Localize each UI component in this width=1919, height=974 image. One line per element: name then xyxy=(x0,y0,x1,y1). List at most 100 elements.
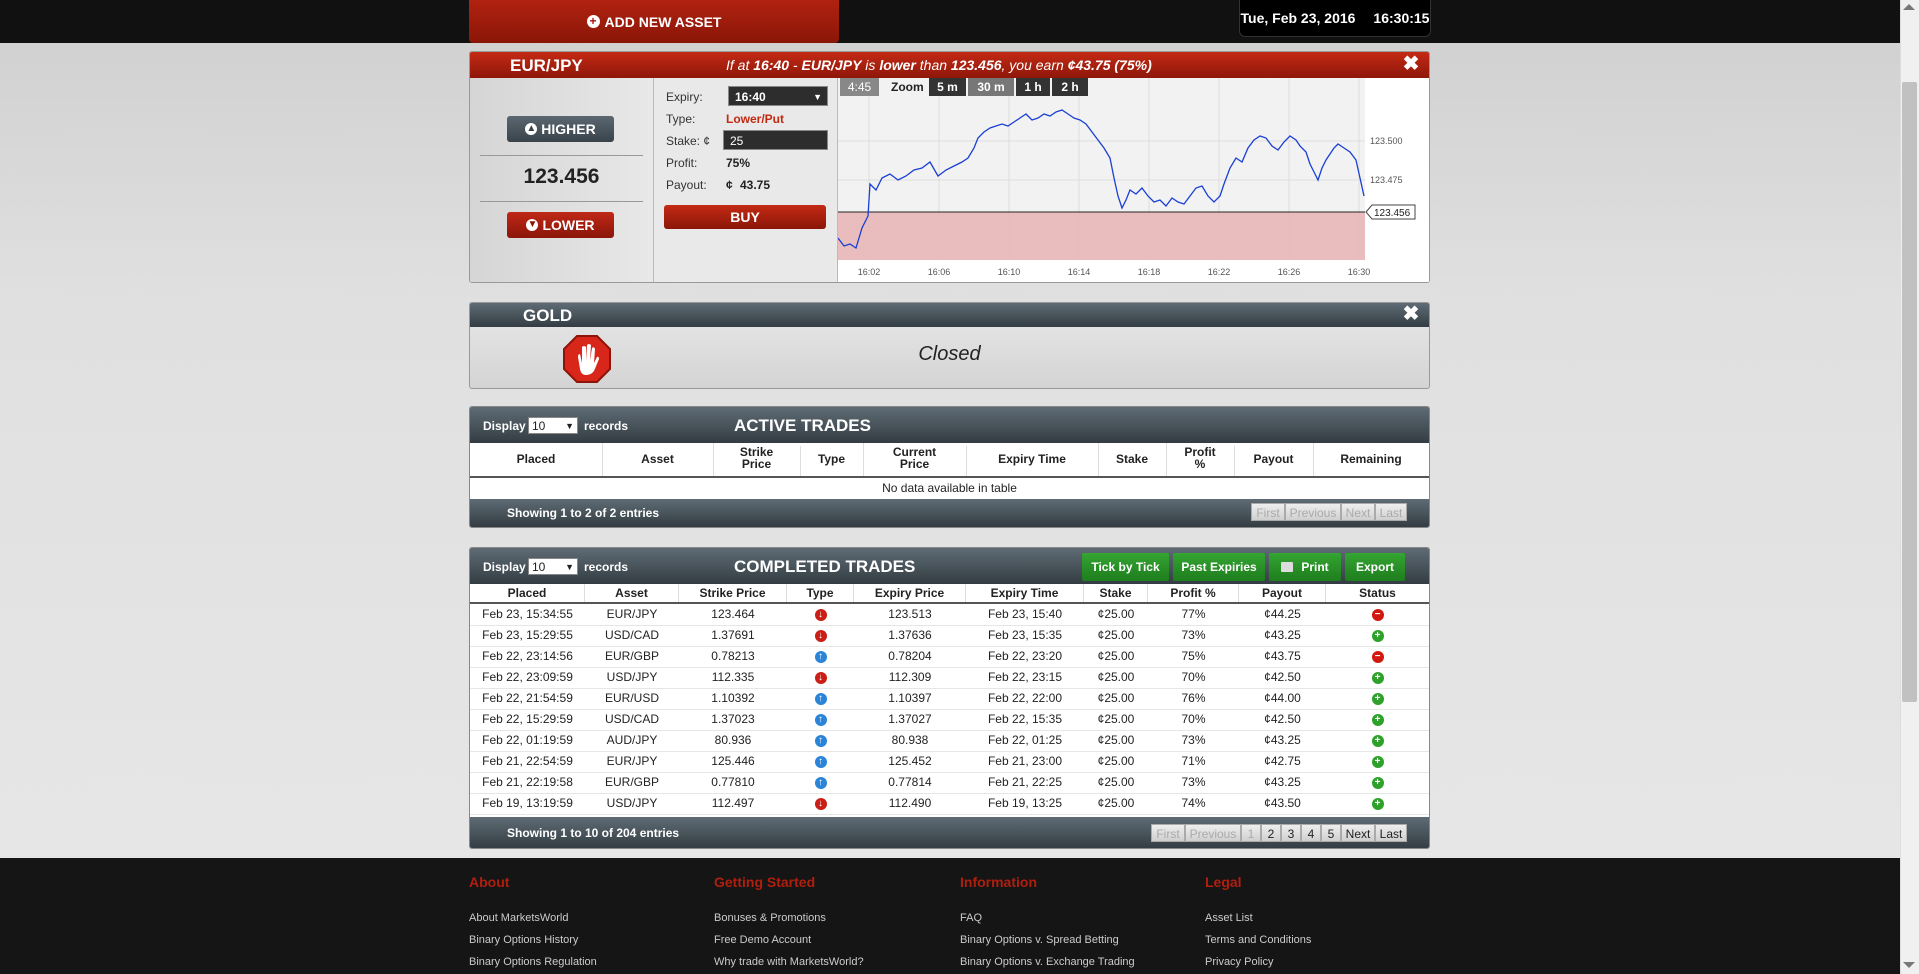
pager-page-1[interactable]: 1 xyxy=(1241,824,1261,842)
footer-link[interactable]: Binary Options History xyxy=(469,934,578,946)
arrow-down-icon: ↓ xyxy=(814,797,827,810)
cell-placed: Feb 22, 23:09:59 xyxy=(482,670,573,684)
cell-expiry-time: Feb 19, 13:25 xyxy=(987,796,1063,810)
cell-asset: AUD/JPY xyxy=(606,733,658,747)
zoom-1h[interactable]: 1 h xyxy=(1016,78,1050,96)
past-expiries-button[interactable]: Past Expiries xyxy=(1173,553,1265,581)
active-trades-column-headers: Placed Asset Strike Price Type Current P… xyxy=(470,443,1429,478)
col-header-payout[interactable]: Payout xyxy=(1239,584,1326,602)
status-cell: + xyxy=(1326,688,1429,709)
records-select[interactable]: 10 ▼ xyxy=(528,558,578,575)
footer-link[interactable]: About MarketsWorld xyxy=(469,912,568,924)
zoom-label: Zoom xyxy=(891,80,924,94)
pager-last[interactable]: Last xyxy=(1375,503,1407,521)
lower-label: LOWER xyxy=(542,217,595,233)
pager-first[interactable]: First xyxy=(1251,503,1285,521)
col-header-status[interactable]: Status xyxy=(1326,584,1429,602)
cell-strike: 112.335 xyxy=(711,670,755,684)
cell-payout: ¢43.75 xyxy=(1264,649,1301,663)
pager-page-3[interactable]: 3 xyxy=(1281,824,1301,842)
type-cell: ↓ xyxy=(787,667,854,688)
higher-button[interactable]: ▲ HIGHER xyxy=(507,116,614,142)
msg-expiry: 16:40 xyxy=(753,57,790,73)
cell-asset: USD/JPY xyxy=(606,670,658,684)
cell-stake: ¢25.00 xyxy=(1097,754,1135,768)
zoom-2h[interactable]: 2 h xyxy=(1052,78,1088,96)
close-icon[interactable]: ✖ xyxy=(1402,304,1420,324)
tick-by-tick-label: Tick by Tick xyxy=(1091,560,1160,574)
site-footer: About About MarketsWorld Binary Options Hi… xyxy=(0,858,1900,974)
completed-trades-footer: Showing 1 to 10 of 204 entries First Pre… xyxy=(470,817,1429,848)
cell-expiry-price: 1.10397 xyxy=(888,691,932,705)
past-expiries-label: Past Expiries xyxy=(1181,560,1257,574)
col-header-expiry-price[interactable]: Expiry Price xyxy=(854,584,966,602)
col-header-asset[interactable]: Asset xyxy=(585,584,679,602)
close-icon[interactable]: ✖ xyxy=(1402,54,1420,74)
col-header-expiry-time[interactable]: Expiry Time xyxy=(966,584,1084,602)
type-cell: ↓ xyxy=(787,604,854,625)
current-time: 16:30:15 xyxy=(1373,10,1430,26)
footer-link[interactable]: Why trade with MarketsWorld? xyxy=(714,956,864,968)
footer-link[interactable]: Terms and Conditions xyxy=(1205,934,1311,946)
scroll-down-arrow-icon[interactable] xyxy=(1903,962,1915,968)
pager-page-5[interactable]: 5 xyxy=(1321,824,1341,842)
cell-asset: USD/CAD xyxy=(604,712,659,726)
col-header-placed[interactable]: Placed xyxy=(470,584,585,602)
pager-previous[interactable]: Previous xyxy=(1285,503,1341,521)
pager-page-4[interactable]: 4 xyxy=(1301,824,1321,842)
footer-link[interactable]: Binary Options v. Exchange Trading xyxy=(960,956,1135,968)
cell-asset: EUR/JPY xyxy=(606,754,658,768)
footer-heading: Legal xyxy=(1205,874,1242,890)
pager-next[interactable]: Next xyxy=(1341,503,1375,521)
cell-strike: 1.37023 xyxy=(711,712,755,726)
pager-last[interactable]: Last xyxy=(1375,824,1407,842)
scrollbar-thumb[interactable] xyxy=(1902,82,1917,702)
cell-asset: USD/CAD xyxy=(604,628,659,642)
type-cell: ↑ xyxy=(787,751,854,772)
pager-first[interactable]: First xyxy=(1151,824,1185,842)
expiry-label: Expiry: xyxy=(666,90,703,104)
cell-stake: ¢25.00 xyxy=(1097,607,1135,621)
footer-link[interactable]: Binary Options Regulation xyxy=(469,956,597,968)
col-header-profit[interactable]: Profit % xyxy=(1148,584,1239,602)
status-cell: + xyxy=(1326,730,1429,751)
cell-asset: EUR/GBP xyxy=(604,649,659,663)
add-new-asset-button[interactable]: + ADD NEW ASSET xyxy=(469,0,839,43)
arrow-down-icon: ▼ xyxy=(526,219,539,231)
print-button[interactable]: Print xyxy=(1269,553,1341,581)
records-select[interactable]: 10 ▼ xyxy=(528,417,578,434)
footer-link[interactable]: Binary Options v. Spread Betting xyxy=(960,934,1119,946)
table-row: Feb 22, 21:54:59 EUR/USD 1.10392 ↑ 1.10397 Fe… xyxy=(470,688,1429,710)
buy-button[interactable]: BUY xyxy=(664,205,826,229)
tick-by-tick-button[interactable]: Tick by Tick xyxy=(1082,553,1169,581)
cell-asset: EUR/GBP xyxy=(604,775,659,789)
pager-next[interactable]: Next xyxy=(1341,824,1375,842)
cell-expiry-price: 1.37027 xyxy=(888,712,932,726)
footer-link[interactable]: Asset List xyxy=(1205,912,1253,924)
records-value: 10 xyxy=(532,560,546,574)
pager-previous[interactable]: Previous xyxy=(1185,824,1241,842)
footer-link[interactable]: Privacy Policy xyxy=(1205,956,1273,968)
scroll-up-arrow-icon[interactable] xyxy=(1903,4,1915,10)
export-button[interactable]: Export xyxy=(1345,553,1405,581)
cell-expiry-time: Feb 22, 23:15 xyxy=(987,670,1063,684)
stake-input[interactable]: 25 xyxy=(723,130,828,150)
lower-button[interactable]: ▼ LOWER xyxy=(507,212,614,238)
col-placed: Placed xyxy=(470,443,603,476)
expiry-select[interactable]: 16:40 ▼ xyxy=(728,86,828,106)
cell-payout: ¢44.00 xyxy=(1264,691,1301,705)
footer-link[interactable]: Free Demo Account xyxy=(714,934,811,946)
zoom-5m[interactable]: 5 m xyxy=(929,78,966,96)
col-header-type[interactable]: Type xyxy=(787,584,854,602)
y-tick-1: 123.475 xyxy=(1370,175,1403,185)
col-header-strike[interactable]: Strike Price xyxy=(679,584,787,602)
zoom-30m[interactable]: 30 m xyxy=(968,78,1014,96)
cell-profit: 73% xyxy=(1181,628,1206,642)
col-header-stake[interactable]: Stake xyxy=(1084,584,1148,602)
pager-page-2[interactable]: 2 xyxy=(1261,824,1281,842)
footer-link[interactable]: Bonuses & Promotions xyxy=(714,912,826,924)
footer-link[interactable]: FAQ xyxy=(960,912,982,924)
plus-circle-icon: + xyxy=(1371,713,1384,726)
top-bar xyxy=(0,0,1900,43)
x-tick-0: 16:02 xyxy=(858,267,881,277)
